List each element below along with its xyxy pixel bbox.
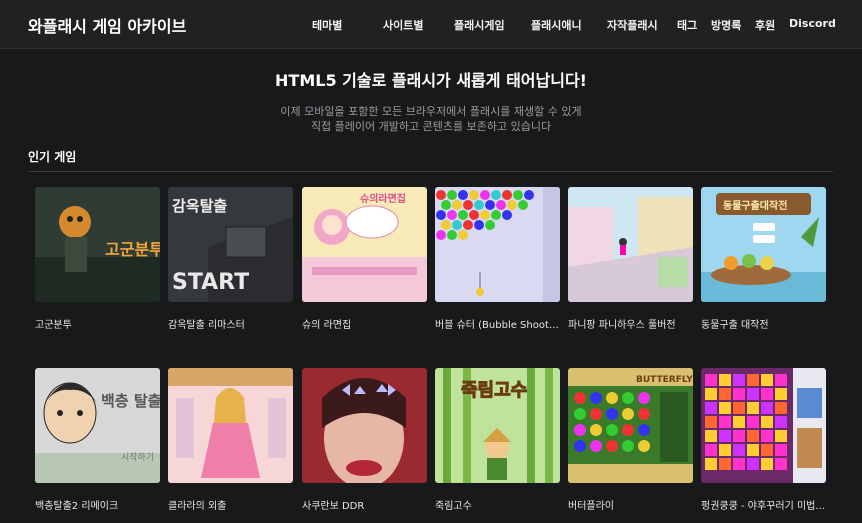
game-thumbnail[interactable]: 백층 탈출2 시작하기 xyxy=(35,368,160,483)
game-thumbnail[interactable] xyxy=(168,368,293,483)
game-card[interactable]: 파니팡 파니하우스 풀버전 xyxy=(568,187,693,331)
svg-text:고군분투: 고군분투 xyxy=(105,240,160,259)
game-thumbnail[interactable]: BUTTERFLY xyxy=(568,368,693,483)
game-thumbnail[interactable]: 감옥탈출 START xyxy=(168,187,293,302)
game-card[interactable]: 클라라의 외출 xyxy=(168,368,293,512)
svg-text:동물구출대작전: 동물구출대작전 xyxy=(723,199,787,212)
nav-flash-animation[interactable]: 플래시애니 xyxy=(531,17,582,33)
svg-text:시작하기: 시작하기 xyxy=(121,452,154,463)
game-card[interactable]: 버블 슈터 (Bubble Shooter) xyxy=(435,187,560,331)
nav-donate[interactable]: 후원 xyxy=(755,17,775,33)
section-title-popular: 인기 게임 xyxy=(28,150,77,164)
nav-theme[interactable]: 테마별 xyxy=(312,17,342,33)
game-thumbnail[interactable]: 죽림고수 xyxy=(435,368,560,483)
game-card[interactable]: 사쿠란보 DDR xyxy=(302,368,427,512)
game-thumbnail[interactable]: 동물구출대작전 xyxy=(701,187,826,302)
game-card[interactable]: BUTTERFLY 버터플라이 xyxy=(568,368,693,512)
game-thumbnail[interactable] xyxy=(701,368,826,483)
nav-guestbook[interactable]: 방명록 xyxy=(711,17,741,33)
main-nav: 테마별 사이트별 플래시게임 플래시애니 자작플래시 태그 방명록 후원 Dis… xyxy=(0,17,862,35)
game-card[interactable]: 백층 탈출2 시작하기 백층탈출2 리메이크 xyxy=(35,368,160,512)
game-title[interactable]: 버블 슈터 (Bubble Shooter) xyxy=(435,316,560,331)
game-thumbnail[interactable] xyxy=(302,368,427,483)
game-title[interactable]: 파니팡 파니하우스 풀버전 xyxy=(568,316,693,331)
top-navigation-bar: 와플래시 게임 아카이브 테마별 사이트별 플래시게임 플래시애니 자작플래시 … xyxy=(0,0,862,49)
game-title[interactable]: 버터플라이 xyxy=(568,497,693,512)
game-title[interactable]: 클라라의 외출 xyxy=(168,497,293,512)
game-card[interactable]: 펑권쿵쿵 - 야후꾸러기 미법... xyxy=(701,368,826,512)
game-title[interactable]: 사쿠란보 DDR xyxy=(302,497,427,512)
svg-text:BUTTERFLY: BUTTERFLY xyxy=(636,375,693,385)
game-title[interactable]: 동물구출 대작전 xyxy=(701,316,826,331)
game-thumbnail[interactable] xyxy=(435,187,560,302)
game-title[interactable]: 감옥탈출 리마스터 xyxy=(168,316,293,331)
nav-tags[interactable]: 태그 xyxy=(677,17,697,33)
game-thumbnail[interactable]: 고군분투 xyxy=(35,187,160,302)
hero-description-line-2: 직접 플레이어 개발하고 콘텐츠를 보존하고 있습니다 xyxy=(310,120,552,133)
game-title[interactable]: 죽림고수 xyxy=(435,497,560,512)
game-thumbnail[interactable] xyxy=(568,187,693,302)
game-title[interactable]: 고군분투 xyxy=(35,316,160,331)
hero-description-line-1: 이제 모바일을 포함한 모든 브라우저에서 플래시를 재생할 수 있게 xyxy=(280,105,582,118)
game-card[interactable]: 감옥탈출 START 감옥탈출 리마스터 xyxy=(168,187,293,331)
game-card[interactable]: 고군분투 고군분투 xyxy=(35,187,160,331)
game-title[interactable]: 백층탈출2 리메이크 xyxy=(35,497,160,512)
svg-text:슈의라면집: 슈의라면집 xyxy=(360,192,406,205)
nav-custom-flash[interactable]: 자작플래시 xyxy=(607,17,658,33)
game-card[interactable]: 동물구출대작전 동물구출 대작전 xyxy=(701,187,826,331)
game-card[interactable]: 죽림고수 죽림고수 xyxy=(435,368,560,512)
svg-text:감옥탈출: 감옥탈출 xyxy=(172,197,227,215)
nav-flash-games[interactable]: 플래시게임 xyxy=(454,17,505,33)
section-divider xyxy=(28,171,833,172)
svg-text:START: START xyxy=(172,270,249,295)
hero-title: HTML5 기술로 플래시가 새롭게 태어납니다! xyxy=(275,71,587,90)
hero-banner: HTML5 기술로 플래시가 새롭게 태어납니다! 이제 모바일을 포함한 모든… xyxy=(0,67,862,134)
game-title[interactable]: 펑권쿵쿵 - 야후꾸러기 미법... xyxy=(701,497,826,512)
game-title[interactable]: 슈의 라면집 xyxy=(302,316,427,331)
nav-discord[interactable]: Discord xyxy=(789,17,836,30)
nav-site[interactable]: 사이트별 xyxy=(383,17,423,33)
svg-text:죽림고수: 죽림고수 xyxy=(461,380,527,401)
game-card[interactable]: 슈의라면집 슈의 라면집 xyxy=(302,187,427,331)
svg-text:백층 탈출2: 백층 탈출2 xyxy=(101,392,160,410)
hero-description: 이제 모바일을 포함한 모든 브라우저에서 플래시를 재생할 수 있게 직접 플… xyxy=(0,104,862,134)
game-thumbnail[interactable]: 슈의라면집 xyxy=(302,187,427,302)
